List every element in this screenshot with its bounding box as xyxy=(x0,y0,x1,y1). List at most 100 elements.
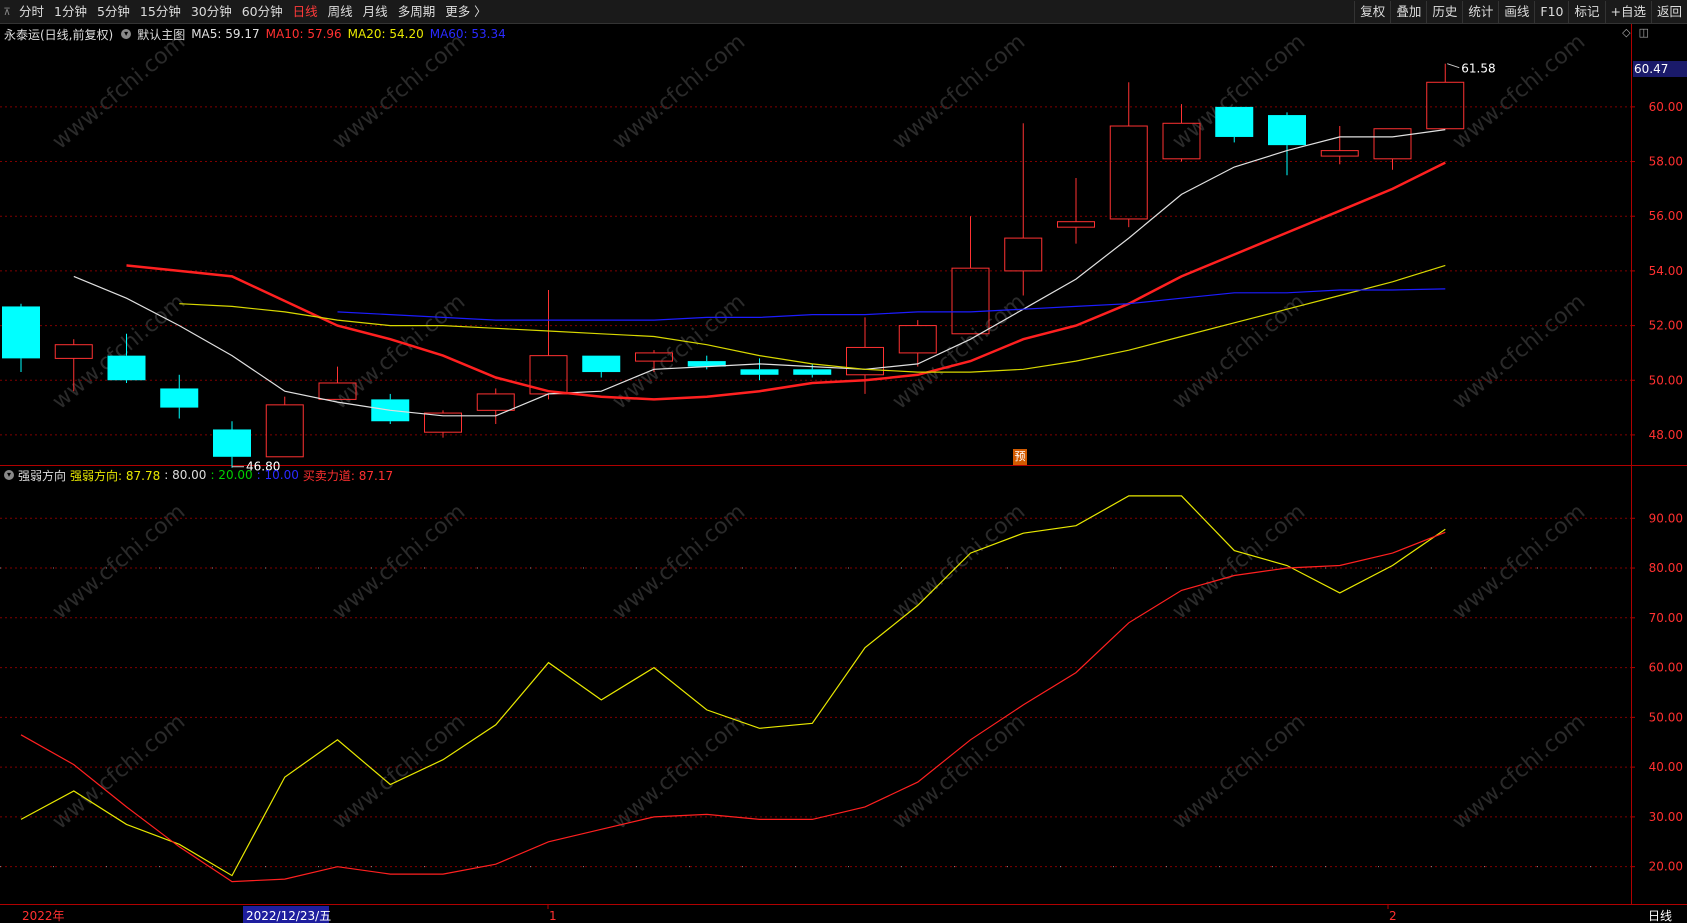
tool-button[interactable]: 返回 xyxy=(1650,1,1687,23)
template-name[interactable]: 默认主图 xyxy=(137,26,185,43)
tool-button[interactable]: 历史 xyxy=(1426,1,1462,23)
candle-body xyxy=(213,429,251,457)
candle-body xyxy=(1057,221,1095,228)
kline-chart[interactable]: www.cfchi.com www.cfchi.com www.cfchi.com w… xyxy=(0,0,1687,923)
period-tab[interactable]: 更多 〉 xyxy=(440,0,491,24)
y-tick-label: 54.00 xyxy=(1649,264,1683,278)
period-tab[interactable]: 多周期 xyxy=(393,0,441,24)
period-tab[interactable]: 15分钟 xyxy=(135,0,186,24)
annotation-layer: 61.5846.80 xyxy=(232,62,1496,474)
watermark-text: www.cfchi.com xyxy=(328,709,470,834)
period-tab[interactable]: 60分钟 xyxy=(237,0,288,24)
candle-body xyxy=(793,369,832,375)
candle-body xyxy=(107,355,146,381)
watermark-text: www.cfchi.com xyxy=(328,499,470,624)
candle-body xyxy=(160,388,199,408)
main-grid xyxy=(0,106,1631,436)
period-tab[interactable]: 1分钟 xyxy=(49,0,92,24)
watermark-text: www.cfchi.com xyxy=(608,289,750,414)
watermark-text: www.cfchi.com xyxy=(1448,289,1590,414)
indicator-y-axis: 20.00 30.00 40.00 50.00 60.00 70.00 80.00 90.00 xyxy=(1631,511,1683,874)
watermark-text: www.cfchi.com xyxy=(888,709,1030,834)
panel-icons: ◇ ◫ xyxy=(1622,26,1649,39)
y-tick-label: 52.00 xyxy=(1649,319,1683,333)
indicator-name[interactable]: 强弱方向 xyxy=(18,467,66,484)
month-label: 2 xyxy=(1389,909,1397,923)
tool-button[interactable]: F10 xyxy=(1534,1,1568,23)
watermark-text: www.cfchi.com xyxy=(608,29,750,154)
candle-body xyxy=(265,404,304,458)
indicator-level3-label: : 10.00 xyxy=(256,468,299,482)
candle-body xyxy=(1004,237,1043,272)
watermark-text: www.cfchi.com xyxy=(48,709,190,834)
tool-buttons: 复权 叠加 历史 统计 画线 F10 标记 +自选 返回 xyxy=(1354,0,1687,24)
chevron-down-icon[interactable]: ▾ xyxy=(121,29,132,39)
year-label: 2022年 xyxy=(22,909,65,923)
watermark-text: www.cfchi.com xyxy=(888,499,1030,624)
period-tab[interactable]: 月线 xyxy=(358,0,393,24)
indicator-grid xyxy=(0,517,1631,868)
tool-button[interactable]: 标记 xyxy=(1568,1,1604,23)
tool-button[interactable]: 叠加 xyxy=(1390,1,1426,23)
watermark-text: www.cfchi.com xyxy=(1448,29,1590,154)
indicator-line1-label: 强弱方向: 87.78 xyxy=(70,468,161,483)
window-icon[interactable]: ◫ xyxy=(1639,26,1649,39)
candle-body xyxy=(1320,150,1359,157)
diamond-icon[interactable]: ◇ xyxy=(1622,26,1630,39)
watermark-text: www.cfchi.com xyxy=(888,29,1030,154)
watermark-text: www.cfchi.com xyxy=(608,499,750,624)
ma-line xyxy=(179,264,1446,373)
candle-body xyxy=(54,344,93,359)
y-tick-label: 70.00 xyxy=(1649,611,1683,625)
prediction-badge[interactable]: 预 xyxy=(1013,449,1027,465)
cursor-date-label: 2022/12/23/五 xyxy=(246,909,331,923)
date-axis: 2022年 2022/12/23/五 1 2 日线 xyxy=(22,905,1672,923)
candle-body xyxy=(1109,125,1148,220)
main-y-axis: 48.00 50.00 52.00 54.00 56.00 58.00 60.00 60.47 xyxy=(1631,62,1683,442)
y-tick-label: 60.00 xyxy=(1649,100,1683,114)
ma10-label: MA10: 57.96 xyxy=(265,27,342,41)
y-tick-label: 56.00 xyxy=(1649,209,1683,223)
tool-button[interactable]: 画线 xyxy=(1498,1,1534,23)
tool-button[interactable]: 统计 xyxy=(1462,1,1498,23)
chevron-down-icon[interactable]: ▾ xyxy=(4,470,14,480)
high-price-label: 61.58 xyxy=(1461,62,1495,76)
period-tab[interactable]: 分时 xyxy=(14,0,49,24)
indicator-info-bar: ▾ 强弱方向 强弱方向: 87.78 : 80.00 : 20.00 : 10.… xyxy=(0,466,397,484)
y-tick-label: 20.00 xyxy=(1649,860,1683,874)
candle-body xyxy=(1215,106,1254,137)
watermark-text: www.cfchi.com xyxy=(48,29,190,154)
y-tick-label: 90.00 xyxy=(1649,511,1683,525)
y-tick-label: 48.00 xyxy=(1649,428,1683,442)
period-tab[interactable]: 30分钟 xyxy=(186,0,237,24)
candle-body xyxy=(740,369,779,375)
menu-corner-icon[interactable]: ⊼ xyxy=(0,0,14,24)
y-tick-label: 60.00 xyxy=(1649,661,1683,675)
period-tab[interactable]: 日线 xyxy=(288,0,323,24)
candle-body xyxy=(1373,128,1412,160)
watermark-text: www.cfchi.com xyxy=(1448,499,1590,624)
month-label: 1 xyxy=(549,909,557,923)
period-label: 日线 xyxy=(1648,909,1672,923)
period-tabs: ⊼ 分时 1分钟 5分钟 15分钟 30分钟 60分钟 日线 周线 月线 多周期 更多 〉 xyxy=(0,0,492,24)
watermark-text: www.cfchi.com xyxy=(1168,709,1310,834)
ma-line xyxy=(126,161,1446,401)
indicator-level2-label: : 20.00 xyxy=(210,468,253,482)
tool-button[interactable]: 复权 xyxy=(1354,1,1390,23)
tool-button[interactable]: +自选 xyxy=(1604,1,1651,23)
period-tab[interactable]: 周线 xyxy=(323,0,358,24)
candle-body xyxy=(476,393,515,411)
candle-body xyxy=(2,306,40,359)
candle-body xyxy=(1268,115,1306,146)
candle-body xyxy=(846,346,884,376)
candle-body xyxy=(898,325,937,354)
current-price-label: 60.47 xyxy=(1634,62,1668,76)
period-toolbar: ⊼ 分时 1分钟 5分钟 15分钟 30分钟 60分钟 日线 周线 月线 多周期 更多 〉 复权 叠加… xyxy=(0,0,1687,24)
watermark-text: www.cfchi.com xyxy=(1168,499,1310,624)
stock-title[interactable]: 永泰运(日线,前复权) xyxy=(4,26,113,43)
y-tick-label: 40.00 xyxy=(1649,760,1683,774)
candles-layer xyxy=(2,63,1465,468)
period-tab[interactable]: 5分钟 xyxy=(92,0,135,24)
y-tick-label: 50.00 xyxy=(1649,710,1683,724)
main-info-bar: 永泰运(日线,前复权) ▾ 默认主图 MA5: 59.17 MA10: 57.9… xyxy=(0,24,512,44)
